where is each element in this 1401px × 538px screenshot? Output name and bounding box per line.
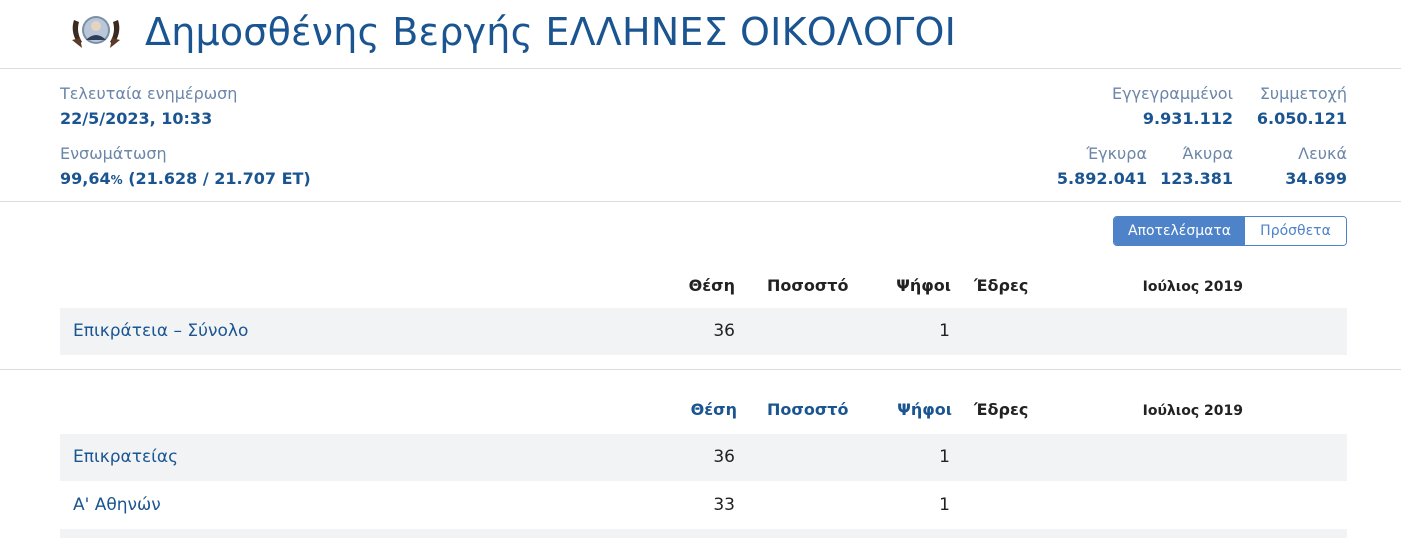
last-update-value: 22/5/2023, 10:33 xyxy=(60,109,213,128)
page-header: Δημοσθένης Βεργής ΕΛΛΗΝΕΣ ΟΙΚΟΛΟΓΟΙ xyxy=(0,0,1401,69)
registered-label: Εγγεγραμμένοι xyxy=(1111,84,1233,103)
registered-value: 9.931.112 xyxy=(1142,109,1233,128)
header-votes: Ψήφοι xyxy=(896,276,951,295)
header-seats: Έδρες xyxy=(974,276,1029,295)
blank-label: Λευκά xyxy=(1298,144,1347,163)
header-seats: Έδρες xyxy=(974,400,1029,419)
party-logo-icon xyxy=(68,10,124,52)
invalid-label: Άκυρα xyxy=(1182,144,1233,163)
turnout-value: 6.050.121 xyxy=(1256,109,1347,128)
row-name-link[interactable]: Επικράτεια – Σύνολο xyxy=(73,321,248,341)
header-percent: Ποσοστό xyxy=(767,276,849,295)
row-position: 33 xyxy=(713,495,735,515)
row-name-link[interactable]: Επικρατείας xyxy=(73,447,178,467)
tables-divider xyxy=(0,369,1401,370)
blank-value: 34.699 xyxy=(1285,169,1347,188)
header-compare: Ιούλιος 2019 xyxy=(1142,403,1243,419)
row-votes: 1 xyxy=(939,447,950,467)
row-votes: 1 xyxy=(939,321,950,341)
table-row xyxy=(60,529,1347,538)
sort-percent-header[interactable]: Ποσοστό xyxy=(767,400,849,420)
table-row: Α' Αθηνών 33 1 xyxy=(60,482,1347,529)
extra-tab[interactable]: Πρόσθετα xyxy=(1245,217,1346,245)
results-tab[interactable]: Αποτελέσματα xyxy=(1114,217,1245,245)
table-row: Επικράτεια – Σύνολο 36 1 xyxy=(60,308,1347,355)
row-position: 36 xyxy=(713,447,735,467)
incorporation-label: Ενσωμάτωση xyxy=(60,144,167,163)
view-toggle: Αποτελέσματα Πρόσθετα xyxy=(1113,216,1347,246)
invalid-value: 123.381 xyxy=(1160,169,1233,188)
sort-position-header[interactable]: Θέση xyxy=(691,400,737,420)
table-row: Επικρατείας 36 1 xyxy=(60,434,1347,481)
row-votes: 1 xyxy=(939,495,950,515)
header-position: Θέση xyxy=(688,276,735,295)
row-position: 36 xyxy=(713,321,735,341)
incorporation-percent: 99,64 xyxy=(60,169,111,188)
last-update-label: Τελευταία ενημέρωση xyxy=(60,84,238,103)
incorporation-value: 99,64% (21.628 / 21.707 ΕΤ) xyxy=(60,169,311,190)
valid-value: 5.892.041 xyxy=(1056,169,1147,188)
incorporation-pct-sign: % xyxy=(110,173,123,187)
valid-label: Έγκυρα xyxy=(1086,144,1147,163)
header-compare: Ιούλιος 2019 xyxy=(1142,279,1243,295)
row-name-link[interactable]: Α' Αθηνών xyxy=(73,495,161,515)
stats-divider xyxy=(0,201,1401,202)
sort-votes-header[interactable]: Ψήφοι xyxy=(897,400,952,420)
incorporation-detail: (21.628 / 21.707 ΕΤ) xyxy=(122,169,311,188)
turnout-label: Συμμετοχή xyxy=(1259,84,1347,103)
page-title: Δημοσθένης Βεργής ΕΛΛΗΝΕΣ ΟΙΚΟΛΟΓΟΙ xyxy=(145,10,956,54)
